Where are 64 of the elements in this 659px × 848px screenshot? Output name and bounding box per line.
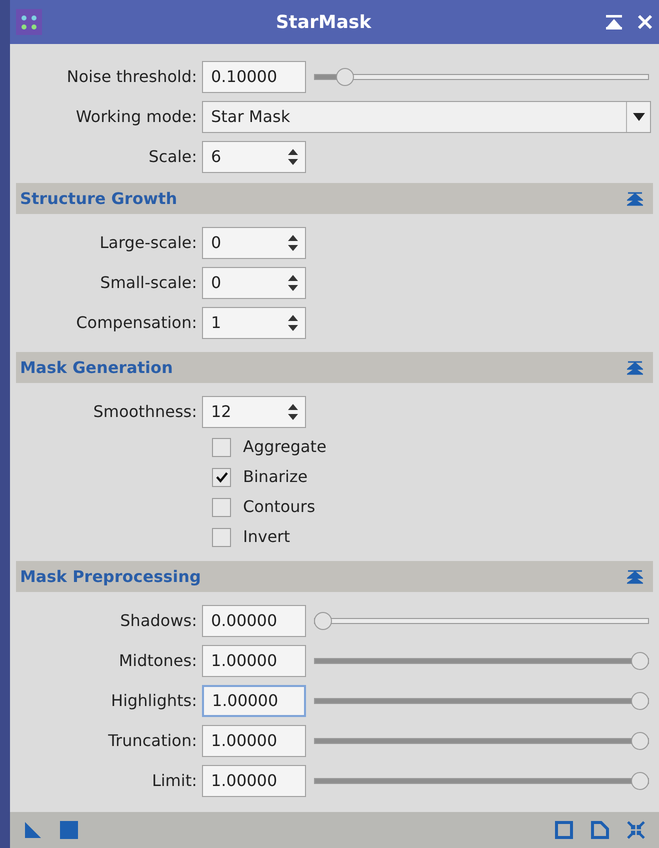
spin-box[interactable]: 12 [202, 396, 306, 428]
app-icon [16, 9, 42, 35]
slider-thumb[interactable] [631, 692, 649, 710]
number-field[interactable]: 1.00000 [202, 765, 306, 797]
slider[interactable] [314, 692, 649, 710]
slider[interactable] [314, 772, 649, 790]
number-field[interactable]: 1.00000 [202, 645, 306, 677]
checkbox[interactable] [212, 438, 231, 456]
spin-box[interactable]: 0 [202, 267, 306, 299]
field-label: Working mode: [74, 106, 198, 128]
collapse-arrow-icon[interactable] [627, 192, 643, 206]
section-header[interactable]: Mask Generation [16, 352, 653, 383]
checkbox[interactable] [212, 468, 231, 486]
caret-icon [632, 113, 644, 121]
number-field[interactable]: 0.10000 [202, 61, 306, 93]
slider-thumb[interactable] [631, 772, 649, 790]
checkbox-label: Invert [243, 526, 290, 548]
field-label: Limit: [150, 770, 198, 792]
slider-thumb[interactable] [631, 652, 649, 670]
collapse-arrow-icon[interactable] [627, 360, 643, 374]
section-header[interactable]: Mask Preprocessing [16, 561, 653, 592]
spin-arrows-icon[interactable] [288, 274, 298, 292]
field-label: Scale: [148, 146, 198, 168]
checkbox[interactable] [212, 498, 231, 516]
spin-arrows-icon[interactable] [288, 314, 298, 332]
window-title: StarMask [274, 10, 372, 34]
window-icon[interactable] [555, 821, 573, 839]
slider[interactable] [314, 612, 649, 630]
slider-thumb[interactable] [631, 732, 649, 750]
field-label: Midtones: [118, 650, 198, 672]
checkbox-label: Contours [243, 496, 316, 518]
field-label: Noise threshold: [66, 66, 198, 88]
number-field[interactable]: 1.00000 [202, 725, 306, 757]
dropdown[interactable]: Star Mask [202, 101, 651, 133]
number-field[interactable]: 0.00000 [202, 605, 306, 637]
slider[interactable] [314, 68, 649, 86]
field-label: Smoothness: [92, 401, 198, 423]
field-label: Small-scale: [99, 272, 198, 294]
checkbox-label: Aggregate [243, 436, 326, 458]
collapse-arrow-icon[interactable] [627, 570, 643, 584]
slider-thumb[interactable] [314, 612, 332, 630]
triangle-icon[interactable] [24, 821, 42, 839]
spin-box[interactable]: 6 [202, 141, 306, 173]
document-icon[interactable] [591, 821, 609, 839]
spin-arrows-icon[interactable] [288, 234, 298, 252]
number-field[interactable]: 1.00000 [202, 685, 306, 717]
spin-box[interactable]: 0 [202, 227, 306, 259]
collapse-icon[interactable] [627, 821, 645, 839]
checkbox[interactable] [212, 528, 231, 546]
checkbox-label: Binarize [243, 466, 308, 488]
close-icon[interactable] [637, 14, 653, 30]
spin-box[interactable]: 1 [202, 307, 306, 339]
spin-arrows-icon[interactable] [288, 148, 298, 166]
slider[interactable] [314, 732, 649, 750]
slider-thumb[interactable] [336, 68, 354, 86]
field-label: Truncation: [107, 730, 198, 752]
field-label: Compensation: [75, 312, 198, 334]
spin-arrows-icon[interactable] [288, 403, 298, 421]
field-label: Large-scale: [98, 232, 198, 254]
section-header[interactable]: Structure Growth [16, 183, 653, 214]
pin-icon[interactable] [605, 14, 623, 30]
field-label: Highlights: [110, 690, 198, 712]
field-label: Shadows: [119, 610, 198, 632]
slider[interactable] [314, 652, 649, 670]
